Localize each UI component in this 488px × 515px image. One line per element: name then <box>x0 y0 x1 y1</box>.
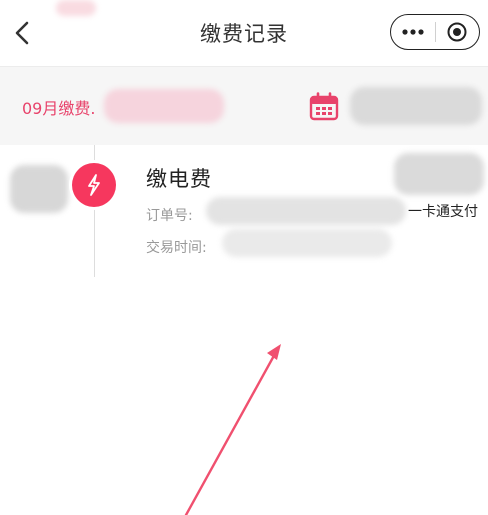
month-filter-bar: 09月缴费. <box>0 0 488 145</box>
electricity-badge <box>72 163 116 207</box>
redacted-top-mark <box>56 0 96 16</box>
month-label: 09月缴费. <box>22 99 96 118</box>
target-circle-icon <box>447 22 467 42</box>
transaction-time-label: 交易时间: <box>146 240 207 256</box>
redacted-amount <box>104 89 224 123</box>
calendar-icon[interactable] <box>308 91 340 123</box>
redacted-transaction-time <box>222 229 392 257</box>
redacted-date-range <box>350 87 482 125</box>
redacted-amount-value <box>394 153 484 195</box>
mini-program-capsule <box>390 14 480 50</box>
more-button[interactable] <box>391 15 435 49</box>
close-mini-program-button[interactable] <box>436 15 480 49</box>
record-title: 缴电费 <box>146 167 212 191</box>
redacted-order-number <box>206 197 406 225</box>
redacted-record-date <box>10 165 68 213</box>
more-dots-icon <box>402 29 424 35</box>
payment-method: 一卡通支付 <box>408 204 478 220</box>
order-number-label: 订单号: <box>146 208 193 224</box>
lightning-icon <box>88 174 100 196</box>
payment-record-item[interactable]: 缴电费 订单号: 交易时间: 一卡通支付 <box>0 145 488 280</box>
